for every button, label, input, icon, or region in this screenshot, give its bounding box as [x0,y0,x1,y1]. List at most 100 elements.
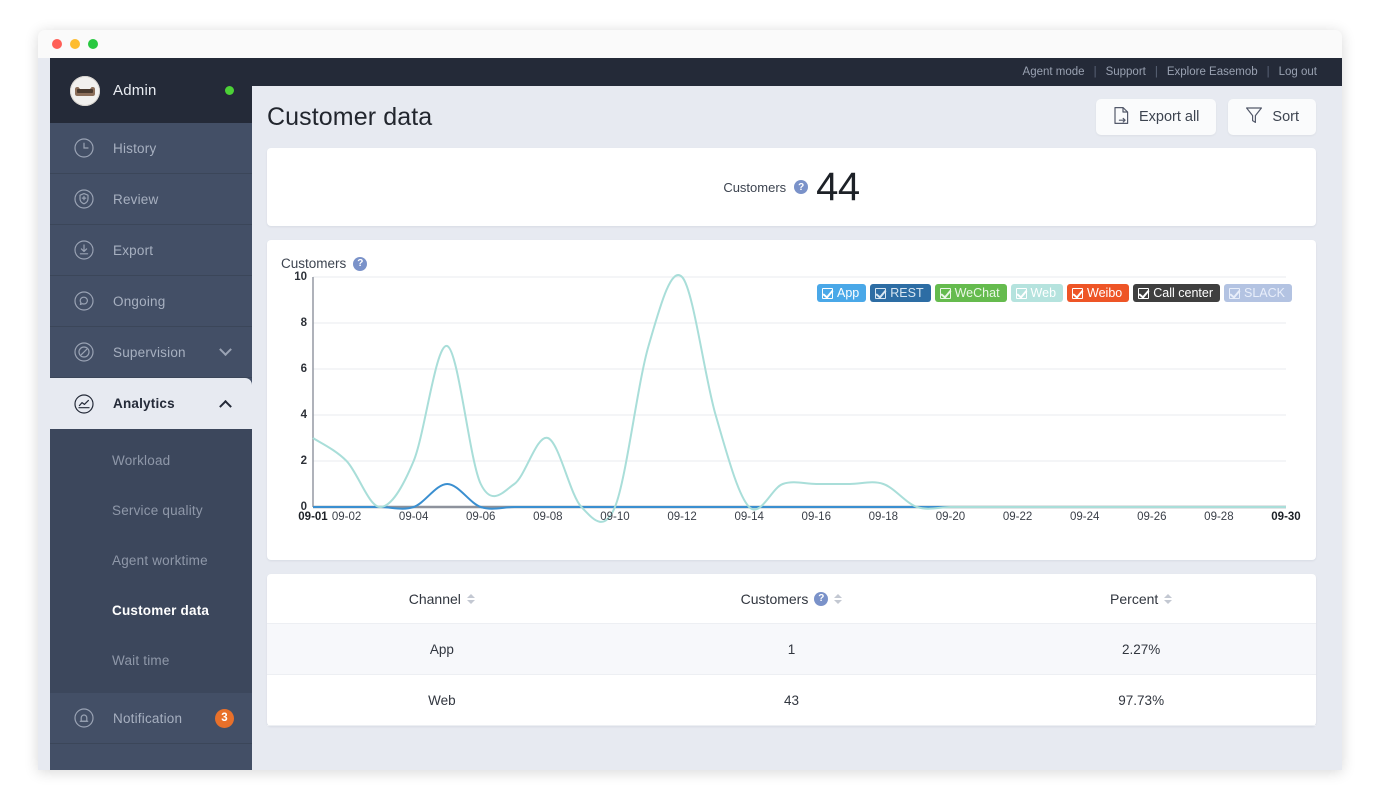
agent-mode-link[interactable]: Agent mode [1014,66,1094,78]
question-icon[interactable]: ? [794,180,809,194]
legend-item-rest[interactable]: REST [870,284,931,302]
x-tick-label: 09-22 [1002,511,1033,523]
x-tick-label: 09-04 [398,511,429,523]
sidebar-subitem-service-quality[interactable]: Service quality [50,485,252,535]
checkbox-checked-icon[interactable] [822,287,834,299]
legend-item-app[interactable]: App [817,284,867,302]
download-icon [70,236,98,264]
cell-customers: 1 [787,641,796,657]
support-link[interactable]: Support [1097,66,1155,78]
window-zoom-button[interactable] [88,39,98,49]
notification-badge: 3 [215,708,234,728]
legend-item-web[interactable]: Web [1010,284,1064,302]
sort-toggle-icon[interactable] [1164,593,1173,604]
chevron-up-icon[interactable] [219,399,232,413]
stat-value: 44 [816,165,860,209]
file-export-icon [1113,106,1130,129]
sort-button[interactable]: Sort [1228,99,1316,135]
checkbox-checked-icon[interactable] [875,287,887,299]
sidebar-item-label: Export [113,242,154,258]
table-header-row: Channel Customers ? Percent [267,574,1316,624]
sidebar-user-header[interactable]: Admin [50,58,252,123]
sidebar-item-ongoing[interactable]: Ongoing [50,276,252,327]
stat-label: Customers [723,179,787,195]
page-title: Customer data [267,102,433,131]
x-tick-label: 09-08 [533,511,563,523]
explore-easemob-link[interactable]: Explore Easemob [1158,66,1267,78]
window-close-button[interactable] [52,39,62,49]
analytics-icon [70,390,98,418]
table-row[interactable]: Web 43 97.73% [267,675,1316,726]
export-all-button[interactable]: Export all [1095,99,1217,135]
sidebar-item-notification[interactable]: Notification 3 [50,693,252,744]
funnel-icon [1245,106,1263,129]
legend-item-slack[interactable]: SLACK [1224,284,1292,302]
sidebar-item-analytics[interactable]: Analytics [50,378,252,429]
y-tick-label: 6 [300,363,307,375]
sidebar: Admin History Review Export Ongoing Supe… [50,58,252,770]
checkbox-checked-icon[interactable] [1138,287,1150,299]
sort-toggle-icon[interactable] [834,593,843,604]
column-header-customers[interactable]: Customers ? [617,591,967,607]
sidebar-item-history[interactable]: History [50,123,252,174]
checkbox-checked-icon[interactable] [1072,287,1084,299]
chart-legend: App REST WeChat Web Weibo Call center SL… [817,284,1292,302]
online-status-indicator [225,86,234,95]
bell-icon [70,704,98,732]
export-all-label: Export all [1138,109,1200,125]
log-out-link[interactable]: Log out [1270,66,1326,78]
window-titlebar [38,30,1342,58]
chevron-down-icon[interactable] [219,342,232,356]
customers-stat-card: Customers ? 44 [267,148,1316,226]
question-icon[interactable]: ? [814,591,829,606]
x-tick-label: 09-01 [298,511,328,523]
checkbox-checked-icon[interactable] [939,287,951,299]
x-tick-label: 09-18 [868,511,899,523]
checkbox-checked-icon[interactable] [1015,287,1027,299]
y-tick-label: 10 [294,271,307,283]
column-header-channel[interactable]: Channel [267,591,617,607]
question-icon[interactable]: ? [353,256,368,271]
app-viewport: Admin History Review Export Ongoing Supe… [38,58,1342,770]
x-tick-label: 09-06 [466,511,496,523]
sidebar-item-review[interactable]: Review [50,174,252,225]
cell-percent: 97.73% [1118,692,1165,708]
sidebar-item-label: Ongoing [113,293,166,309]
series-web [313,275,1286,522]
customers-chart-card: Customers ? App REST WeChat Web Weibo Ca… [267,240,1316,560]
sidebar-subitem-customer-data[interactable]: Customer data [50,585,252,635]
sidebar-item-export[interactable]: Export [50,225,252,276]
column-header-percent[interactable]: Percent [966,591,1316,607]
x-tick-label: 09-12 [667,511,697,523]
x-tick-label: 09-30 [1271,511,1301,523]
sidebar-subitem-workload[interactable]: Workload [50,435,252,485]
cell-percent: 2.27% [1122,641,1161,657]
clock-icon [70,134,98,162]
y-tick-label: 4 [300,409,307,421]
column-label: Customers [740,590,809,607]
legend-item-wechat[interactable]: WeChat [934,284,1007,302]
analytics-submenu: Workload Service quality Agent worktime … [50,429,252,693]
compass-icon [70,338,98,366]
sidebar-nav: History Review Export Ongoing Supervisio… [50,123,252,744]
chat-icon [70,287,98,315]
legend-label: App [837,286,860,300]
sidebar-item-label: Review [113,191,159,207]
sidebar-subitem-wait-time[interactable]: Wait time [50,635,252,685]
x-tick-label: 09-10 [600,511,630,523]
x-tick-label: 09-28 [1204,511,1234,523]
sort-toggle-icon[interactable] [466,593,475,604]
legend-label: Call center [1153,286,1213,300]
sidebar-subitem-agent-worktime[interactable]: Agent worktime [50,535,252,585]
window-minimize-button[interactable] [70,39,80,49]
cell-channel: Web [428,692,456,708]
y-tick-label: 8 [300,317,307,329]
sidebar-item-label: Analytics [113,396,175,411]
sidebar-item-supervision[interactable]: Supervision [50,327,252,378]
legend-item-call-center[interactable]: Call center [1133,284,1220,302]
legend-item-weibo[interactable]: Weibo [1067,284,1130,302]
checkbox-checked-icon[interactable] [1229,287,1240,299]
column-label: Percent [1110,590,1159,607]
series-app [313,484,1286,509]
table-row[interactable]: App 1 2.27% [267,624,1316,675]
